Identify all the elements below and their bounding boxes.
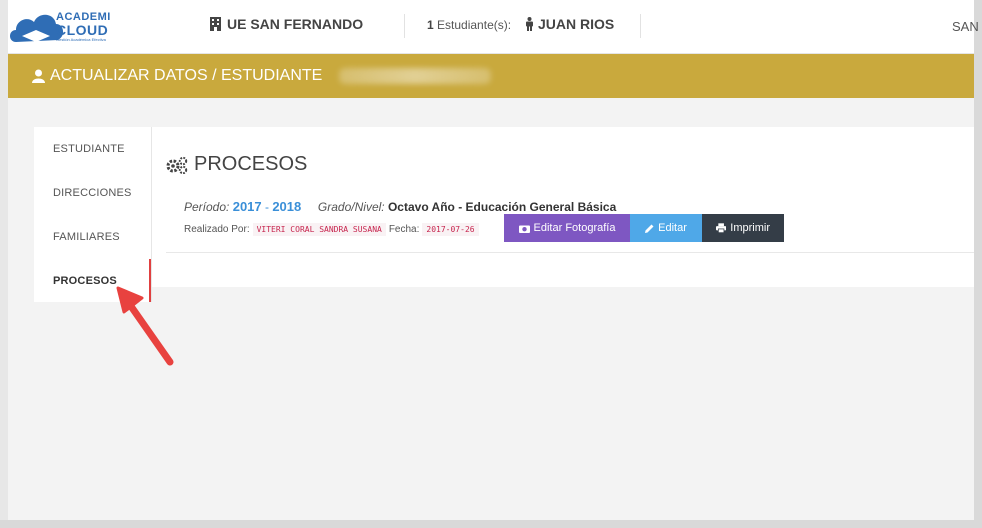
academi-cloud-logo[interactable]: ACADEMI CLOUD Gestión Académica Efectiva <box>8 6 118 50</box>
school-name-label: UE SAN FERNANDO <box>227 16 364 32</box>
page-header-bar: ACTUALIZAR DATOS / ESTUDIANTE <box>8 54 974 98</box>
edit-label: Editar <box>658 222 687 234</box>
student-name: JUAN RIOS <box>538 16 615 32</box>
print-button[interactable]: Imprimir <box>702 214 784 242</box>
side-menu: ESTUDIANTE DIRECCIONES FAMILIARES PROCES… <box>34 127 152 302</box>
year-end: 2018 <box>272 199 302 214</box>
students-count-value: 1 <box>427 18 434 32</box>
pencil-icon <box>645 224 654 233</box>
page-title: ACTUALIZAR DATOS / ESTUDIANTE <box>32 67 492 85</box>
frame-shadow-bottom <box>0 520 982 528</box>
process-period-row: Período: 2017 - 2018 Grado/Nivel: Octavo… <box>184 199 616 214</box>
building-icon <box>210 17 221 31</box>
side-menu-item-direcciones[interactable]: DIRECCIONES <box>53 187 132 199</box>
user-menu[interactable]: SAN <box>952 19 979 34</box>
process-actions: Editar Fotografía Editar Imprimir <box>504 214 784 242</box>
fecha-value: 2017-07-26 <box>422 223 479 236</box>
logo-wordmark: ACADEMI CLOUD Gestión Académica Efectiva <box>56 12 111 42</box>
redacted-student-name <box>339 68 492 84</box>
grado-value: Octavo Año - Educación General Básica <box>387 200 617 214</box>
periodo-label: Período: <box>184 200 230 214</box>
user-icon <box>32 69 45 83</box>
logo-line-2: CLOUD <box>56 22 109 38</box>
edit-photo-label: Editar Fotografía <box>533 222 616 234</box>
school-name[interactable]: UE SAN FERNANDO <box>210 16 363 32</box>
logo-tagline: Gestión Académica Efectiva <box>56 37 106 42</box>
page-title-text: ACTUALIZAR DATOS / ESTUDIANTE <box>50 67 323 84</box>
students-count: 1 Estudiante(s): <box>427 18 511 32</box>
camera-icon <box>518 225 530 233</box>
edit-button[interactable]: Editar <box>630 214 702 242</box>
section-heading: PROCESOS <box>166 153 307 176</box>
section-heading-text: PROCESOS <box>194 153 308 175</box>
content-divider <box>166 252 974 253</box>
top-navbar: ACADEMI CLOUD Gestión Académica Efectiva… <box>8 0 979 54</box>
year-start: 2017 <box>232 199 262 214</box>
student-selector[interactable]: JUAN RIOS <box>525 16 614 32</box>
frame-shadow-right <box>974 0 982 528</box>
navbar-divider <box>404 14 405 38</box>
realizado-value: VITERI CORAL SANDRA SUSANA <box>252 223 386 236</box>
edit-photo-button[interactable]: Editar Fotografía <box>504 214 630 242</box>
process-meta-row: Realizado Por: VITERI CORAL SANDRA SUSAN… <box>184 223 482 236</box>
fecha-label: Fecha: <box>388 224 420 235</box>
navbar-divider <box>640 14 641 38</box>
side-menu-item-familiares[interactable]: FAMILIARES <box>53 231 120 243</box>
print-label: Imprimir <box>730 222 770 234</box>
printer-icon <box>716 223 727 233</box>
year-separator: - <box>264 200 269 214</box>
person-icon <box>526 17 533 31</box>
students-count-label: Estudiante(s): <box>437 18 512 32</box>
side-menu-item-estudiante[interactable]: ESTUDIANTE <box>53 143 125 155</box>
realizado-label: Realizado Por: <box>184 224 250 235</box>
grado-label: Grado/Nivel: <box>317 200 385 214</box>
annotation-arrow-icon <box>116 286 174 366</box>
gears-icon <box>166 156 188 174</box>
